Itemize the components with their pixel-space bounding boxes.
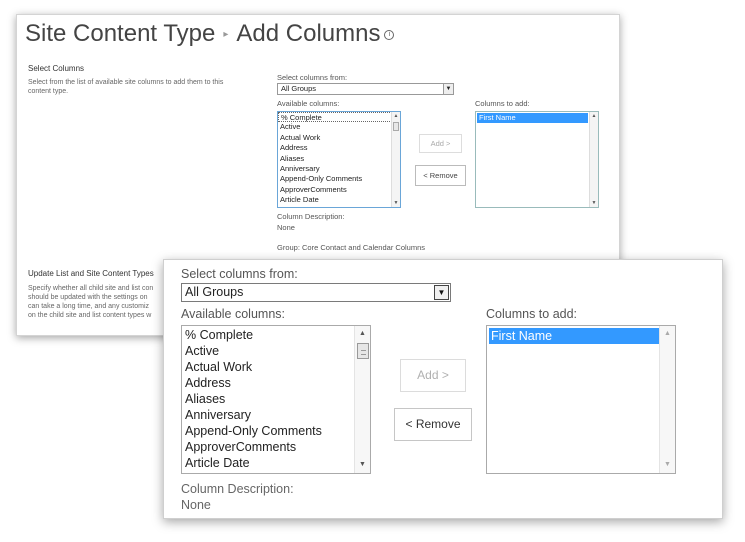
select-columns-from-dropdown[interactable]: All Groups ▼ [277,83,454,95]
list-item[interactable]: Anniversary [278,164,400,174]
scroll-thumb[interactable] [393,122,399,131]
remove-button[interactable]: < Remove [415,165,466,186]
scroll-up-arrow-icon[interactable]: ▲ [355,327,370,341]
list-item[interactable]: Aliases [182,391,370,407]
available-columns-label: Available columns: [277,99,340,108]
list-item[interactable]: Active [182,343,370,359]
list-item[interactable]: Article Date [182,455,370,471]
available-columns-scrollbar[interactable]: ▲ ▼ [354,326,370,473]
add-button[interactable]: Add > [400,359,466,392]
list-item[interactable]: Address [278,143,400,153]
columns-to-add-scrollbar[interactable]: ▲ ▼ [659,326,675,473]
list-item[interactable]: Append-Only Comments [278,174,400,184]
list-item[interactable]: Address [182,375,370,391]
columns-to-add-listbox[interactable]: First Name ▲ ▼ [475,111,599,208]
columns-to-add-scrollbar[interactable]: ▲ ▼ [589,112,598,207]
scroll-up-arrow-icon[interactable]: ▲ [392,112,400,120]
scroll-down-arrow-icon[interactable]: ▼ [355,458,370,472]
list-item[interactable]: Append-Only Comments [182,423,370,439]
select-columns-section-description: Select from the list of available site c… [28,79,224,95]
update-list-section-title: Update List and Site Content Types [28,269,154,278]
remove-button[interactable]: < Remove [394,408,472,441]
zoomed-column-picker: Select columns from: All Groups ▼ Availa… [163,259,723,519]
breadcrumb-site-content-type[interactable]: Site Content Type [25,20,215,47]
list-item[interactable]: % Complete [182,327,370,343]
list-item[interactable]: First Name [477,113,588,124]
select-columns-from-value: All Groups [185,285,244,299]
column-description-label: Column Description: [181,482,294,496]
dropdown-arrow-icon[interactable]: ▼ [434,285,449,300]
select-columns-from-label: Select columns from: [277,73,348,82]
scroll-down-arrow-icon[interactable]: ▼ [660,458,675,472]
column-description-value: None [181,498,211,512]
available-columns-listbox[interactable]: % Complete Active Actual Work Address Al… [181,325,371,474]
list-item[interactable]: Active [278,122,400,132]
dropdown-arrow-icon[interactable]: ▼ [443,84,453,94]
column-description-label: Column Description: [277,212,345,221]
list-item[interactable]: ApproverComments [182,439,370,455]
list-item[interactable]: Actual Work [278,133,400,143]
scroll-up-arrow-icon[interactable]: ▲ [660,327,675,341]
scroll-thumb[interactable] [357,343,369,359]
select-columns-section-title: Select Columns [28,64,85,73]
list-item[interactable]: % Complete [278,112,400,123]
description-line: should be updated with the settings on [28,294,148,301]
available-columns-scrollbar[interactable]: ▲ ▼ [391,112,400,207]
scroll-up-arrow-icon[interactable]: ▲ [590,112,598,120]
update-list-section-description: Specify whether all child site and list … [28,284,178,320]
scroll-down-arrow-icon[interactable]: ▼ [590,199,598,207]
add-button[interactable]: Add > [419,134,462,153]
list-item[interactable]: Article Date [278,195,400,205]
available-columns-listbox[interactable]: % Complete Active Actual Work Address Al… [277,111,401,208]
column-group-text: Group: Core Contact and Calendar Columns [277,243,425,252]
list-item[interactable]: Aliases [278,154,400,164]
select-columns-from-value: All Groups [281,84,317,93]
columns-to-add-label: Columns to add: [475,99,530,108]
description-line: can take a long time, and any customiz [28,303,150,310]
column-description-value: None [277,223,295,232]
description-line: on the child site and list content types… [28,312,152,319]
available-columns-label: Available columns: [181,307,285,321]
list-item[interactable]: First Name [489,328,659,344]
select-columns-from-label: Select columns from: [181,267,298,281]
list-item[interactable]: ApproverComments [278,185,400,195]
columns-to-add-listbox[interactable]: First Name ▲ ▼ [486,325,676,474]
list-item[interactable]: Anniversary [182,407,370,423]
list-item[interactable]: Actual Work [182,359,370,375]
page-title-bar: Site Content Type ▸ Add Columns i [25,20,395,48]
scroll-down-arrow-icon[interactable]: ▼ [392,199,400,207]
page-title: Add Columns [236,20,381,47]
description-line: Specify whether all child site and list … [28,285,154,292]
columns-to-add-label: Columns to add: [486,307,578,321]
info-icon[interactable]: i [384,29,395,40]
breadcrumb-separator-icon: ▸ [223,29,229,41]
select-columns-from-dropdown[interactable]: All Groups ▼ [181,283,451,302]
